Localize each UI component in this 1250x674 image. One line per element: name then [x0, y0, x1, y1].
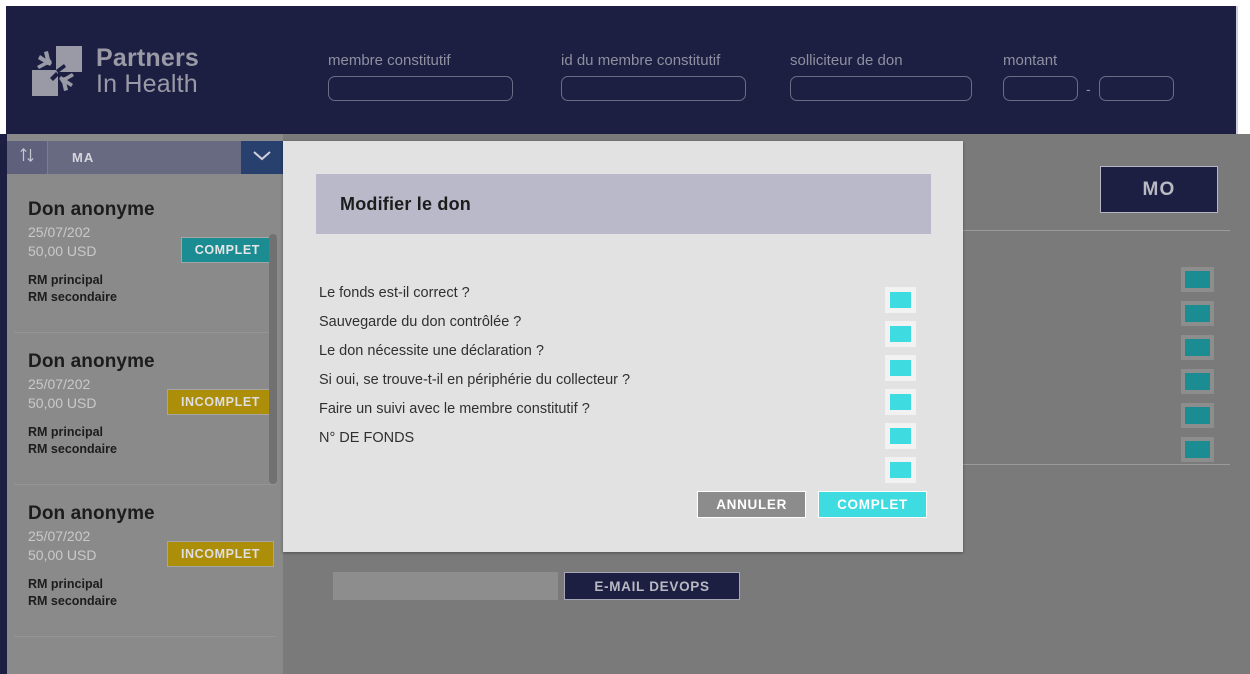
question-label: Faire un suivi avec le membre constituti… — [319, 401, 590, 417]
rm-principal: RM principal — [28, 425, 104, 439]
montant-range-row: - — [1003, 76, 1174, 101]
donation-rm: RM principal RM secondaire — [28, 424, 276, 458]
list-item[interactable]: Don anonyme 25/07/202 50,00 USD RM princ… — [14, 333, 276, 485]
modal-checkbox-column — [885, 287, 916, 491]
background-checkbox[interactable] — [1181, 403, 1214, 428]
question-checkbox[interactable] — [885, 389, 916, 415]
modal-title: Modifier le don — [340, 193, 471, 214]
devops-email-input[interactable] — [333, 572, 558, 600]
filter-label-montant: montant — [1003, 52, 1058, 69]
app-root: Partners In Health membre constitutif id… — [0, 0, 1250, 674]
filter-label-membre-constitutif: membre constitutif — [328, 52, 451, 69]
solliciteur-de-don-input[interactable] — [790, 76, 972, 101]
top-header-bar: Partners In Health membre constitutif id… — [6, 6, 1238, 134]
background-checkbox[interactable] — [1181, 335, 1214, 360]
sort-bar: MA — [7, 141, 283, 174]
question-label: Le fonds est-il correct ? — [319, 285, 470, 301]
montant-range-separator: - — [1086, 80, 1091, 97]
mo-button[interactable]: MO — [1100, 166, 1218, 213]
partners-in-health-hands-logo-icon — [30, 44, 84, 98]
question-checkbox[interactable] — [885, 355, 916, 381]
question-checkbox[interactable] — [885, 287, 916, 313]
sort-updown-icon — [18, 146, 36, 169]
status-badge: INCOMPLET — [166, 541, 274, 567]
question-checkbox[interactable] — [885, 423, 916, 449]
rm-secondaire: RM secondaire — [28, 441, 117, 456]
left-edge-strip — [0, 134, 7, 674]
sort-dropdown-button[interactable] — [241, 141, 283, 174]
list-item[interactable]: Don anonyme 25/07/202 50,00 USD RM princ… — [14, 485, 276, 637]
brand-name: Partners In Health — [96, 43, 200, 98]
filter-montant: montant - — [1003, 52, 1174, 101]
donations-sidebar: MA Don anonyme 25/07/202 50,00 USD RM pr… — [7, 134, 283, 674]
background-checkbox[interactable] — [1181, 369, 1214, 394]
chevron-down-icon — [251, 148, 273, 167]
modal-footer: ANNULER COMPLET — [697, 491, 927, 518]
filter-membre-constitutif: membre constitutif — [328, 52, 513, 101]
status-badge: INCOMPLET — [166, 389, 274, 415]
modal-question-list: Le fonds est-il correct ? Sauvegarde du … — [319, 284, 879, 458]
devops-row: E-MAIL DEVOPS — [333, 572, 740, 600]
rm-secondaire: RM secondaire — [28, 593, 117, 608]
donation-title: Don anonyme — [28, 503, 155, 524]
status-badge: COMPLET — [180, 237, 274, 263]
background-checkbox[interactable] — [1181, 437, 1214, 462]
background-checkbox[interactable] — [1181, 267, 1214, 292]
sort-direction-toggle[interactable] — [7, 141, 48, 174]
brand-line-1: Partners — [96, 43, 200, 72]
donation-title: Don anonyme — [28, 199, 155, 220]
filter-label-id-membre-constitutif: id du membre constitutif — [561, 52, 721, 69]
id-membre-constitutif-input[interactable] — [561, 76, 746, 101]
sidebar-scrollbar-thumb[interactable] — [269, 234, 277, 484]
question-checkbox[interactable] — [885, 321, 916, 347]
background-checkbox[interactable] — [1181, 301, 1214, 326]
brand-line-2: In Health — [96, 69, 198, 98]
montant-min-input[interactable] — [1003, 76, 1078, 101]
rm-secondaire: RM secondaire — [28, 289, 117, 304]
membre-constitutif-input[interactable] — [328, 76, 513, 101]
rm-principal: RM principal — [28, 273, 104, 287]
list-item[interactable]: Don anonyme 25/07/202 50,00 USD RM princ… — [14, 181, 276, 333]
donation-rm: RM principal RM secondaire — [28, 576, 276, 610]
question-label: N° DE FONDS — [319, 430, 415, 446]
donations-card-list: Don anonyme 25/07/202 50,00 USD RM princ… — [14, 181, 276, 674]
montant-max-input[interactable] — [1098, 76, 1174, 101]
question-label: Le don nécessite une déclaration ? — [319, 343, 544, 359]
email-devops-button[interactable]: E-MAIL DEVOPS — [564, 572, 740, 600]
donation-title: Don anonyme — [28, 351, 155, 372]
question-label: Si oui, se trouve-t-il en périphérie du … — [319, 372, 631, 388]
modal-header: Modifier le don — [316, 174, 931, 234]
filter-label-solliciteur-de-don: solliciteur de don — [790, 52, 903, 69]
question-label: Sauvegarde du don contrôlée ? — [319, 314, 522, 330]
filter-id-membre-constitutif: id du membre constitutif — [561, 52, 746, 101]
brand-logo: Partners In Health — [30, 44, 199, 98]
complete-button[interactable]: COMPLET — [818, 491, 927, 518]
sidebar-scrollbar-track[interactable] — [269, 182, 280, 670]
question-checkbox[interactable] — [885, 457, 916, 483]
sort-field-select[interactable]: MA — [48, 141, 241, 174]
background-checkbox-column — [1181, 267, 1214, 471]
rm-principal: RM principal — [28, 577, 104, 591]
filter-solliciteur-de-don: solliciteur de don — [790, 52, 972, 101]
cancel-button[interactable]: ANNULER — [697, 491, 807, 518]
donation-rm: RM principal RM secondaire — [28, 272, 276, 306]
modifier-le-don-modal: Modifier le don Le fonds est-il correct … — [283, 141, 963, 552]
